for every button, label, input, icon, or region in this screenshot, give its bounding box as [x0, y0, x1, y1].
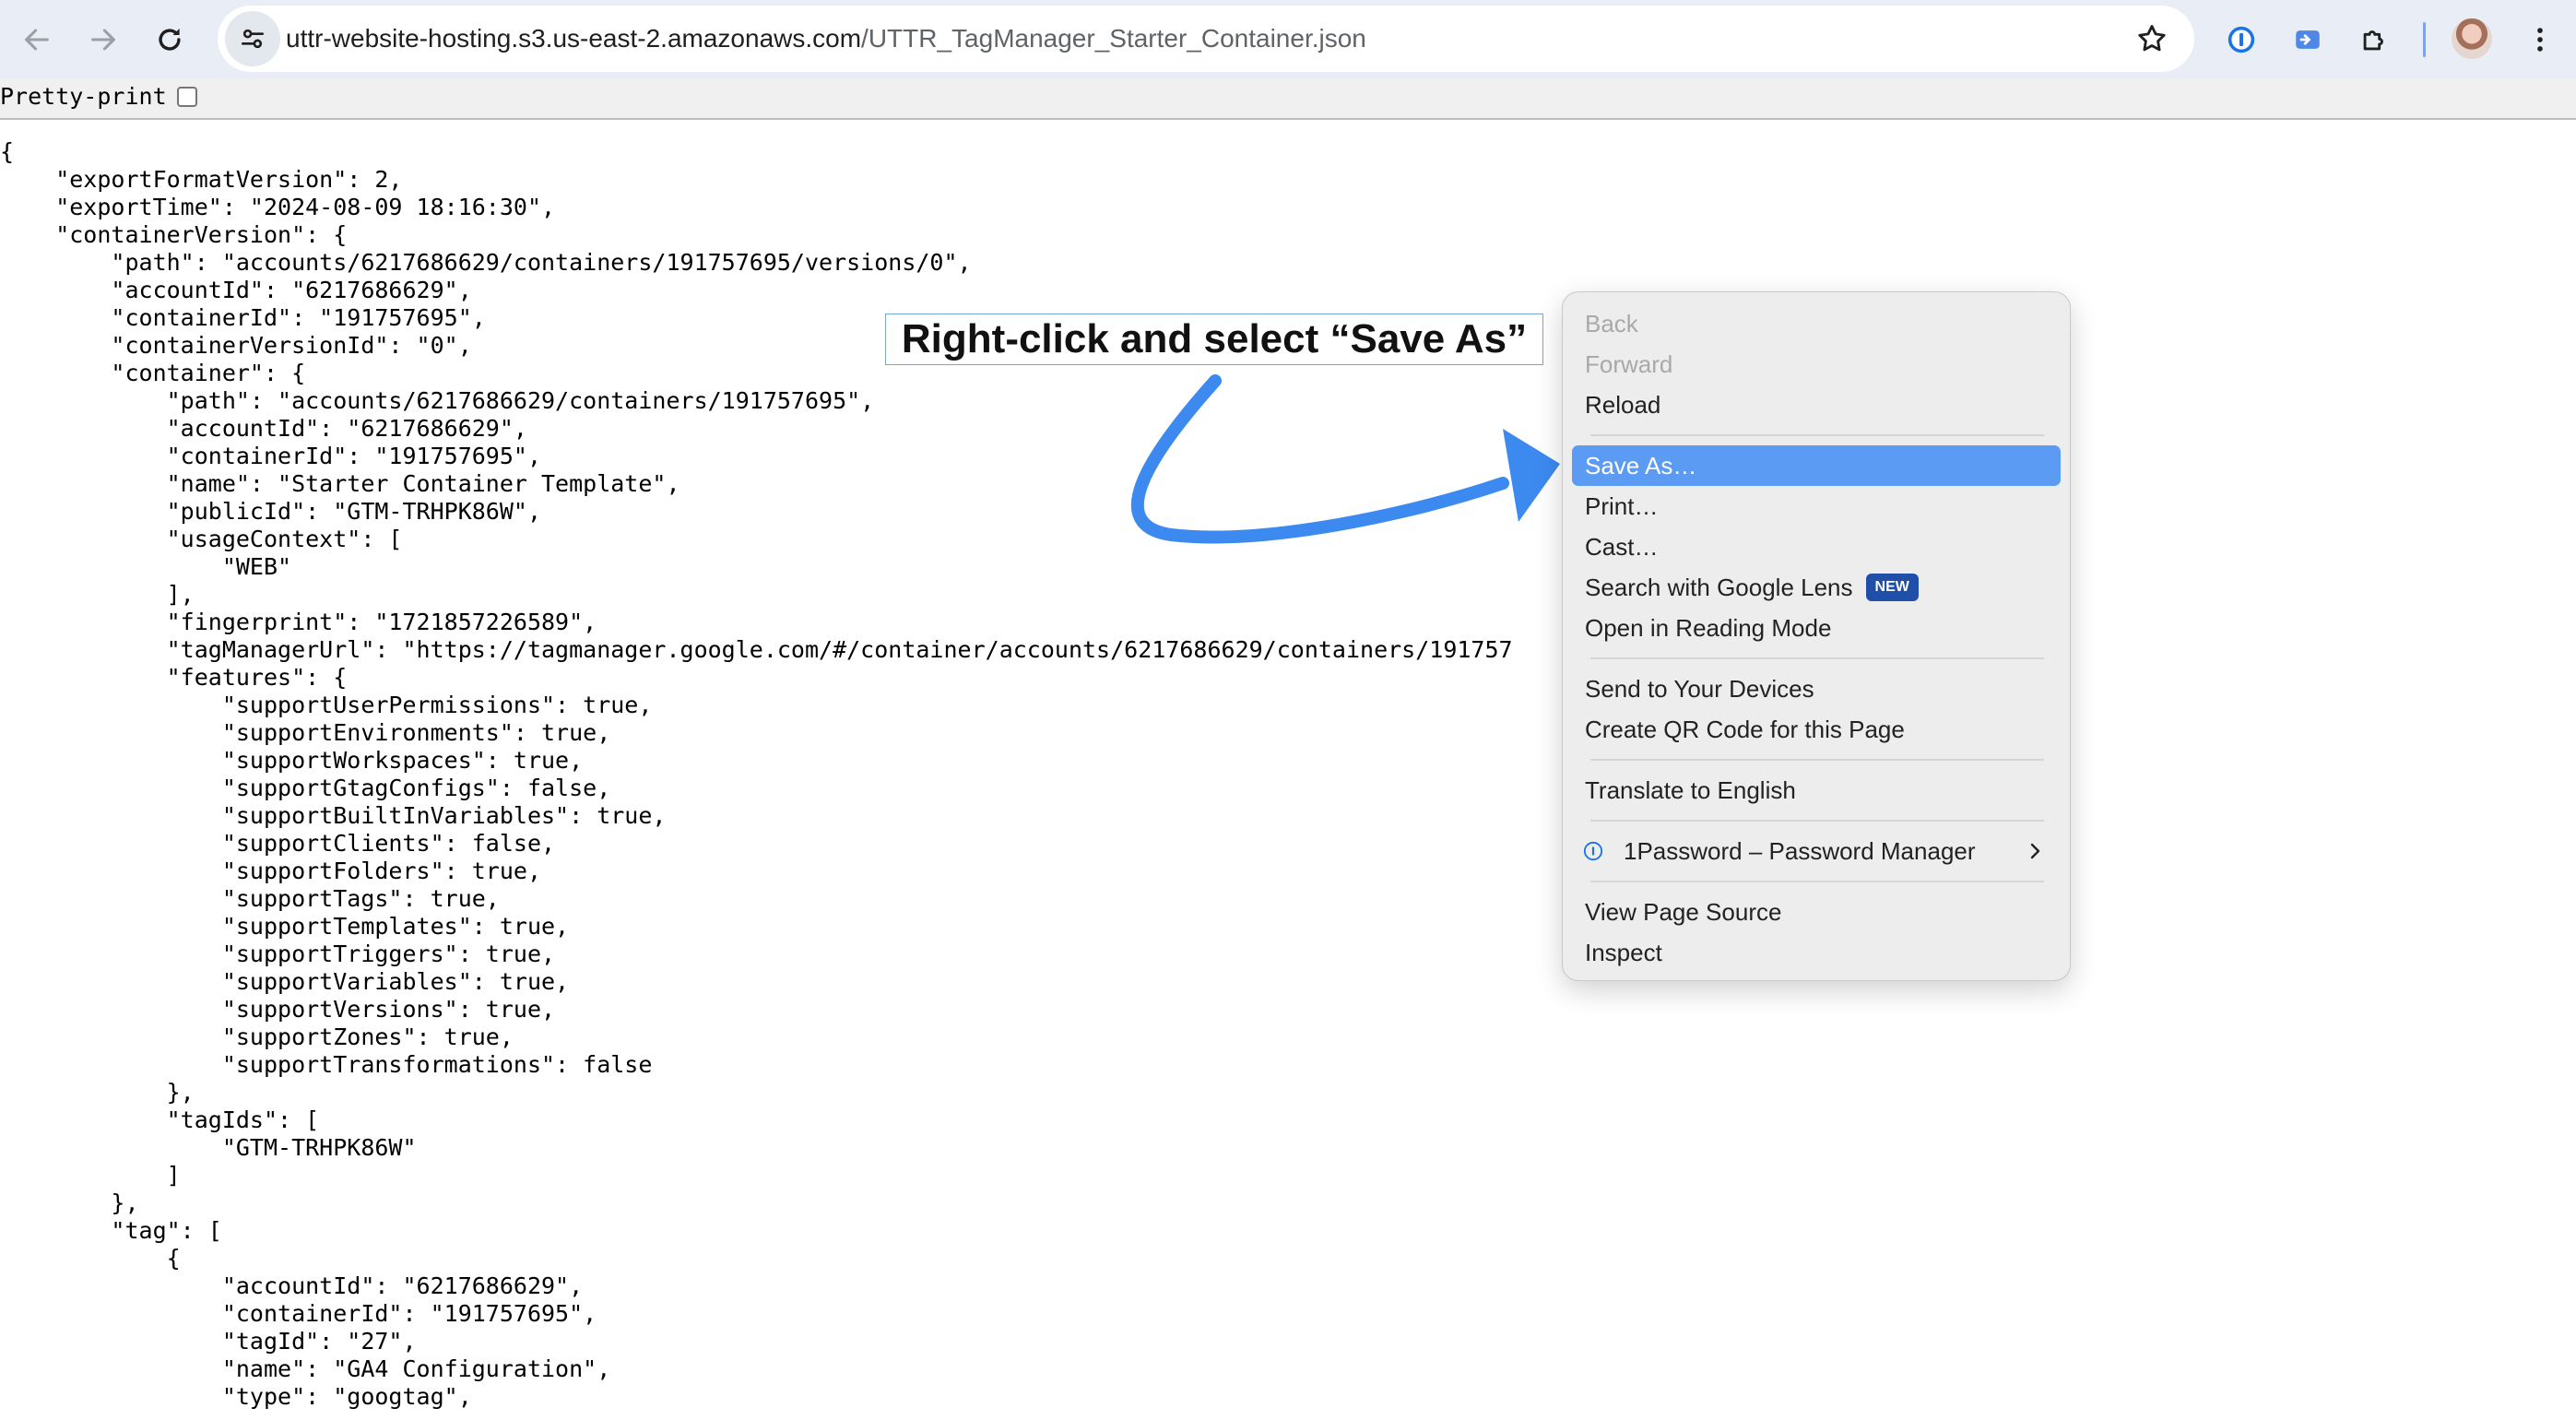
json-line: "supportZones": true, [0, 1024, 514, 1050]
arrow-left-icon [25, 29, 49, 51]
json-line: "supportWorkspaces": true, [0, 747, 584, 774]
json-line: "exportFormatVersion": 2, [0, 166, 403, 193]
browser-menu-button[interactable] [2515, 15, 2565, 65]
more-vertical-icon [2537, 28, 2543, 52]
json-line: }, [0, 1189, 139, 1216]
new-badge: NEW [1865, 574, 1919, 602]
url-host: uttr-website-hosting.s3.us-east-2.amazon… [286, 24, 862, 53]
json-line: "tagIds": [ [0, 1106, 320, 1133]
site-info-button[interactable] [225, 11, 280, 66]
menu-separator [1590, 759, 2044, 761]
json-line: "supportEnvironments": true, [0, 719, 611, 746]
json-line: "supportTriggers": true, [0, 941, 556, 967]
json-line: ] [0, 1162, 181, 1189]
pretty-print-checkbox[interactable] [177, 87, 197, 107]
json-line: }, [0, 1079, 195, 1106]
json-line: "supportGtagConfigs": false, [0, 775, 611, 801]
url-text: uttr-website-hosting.s3.us-east-2.amazon… [286, 6, 1366, 72]
json-line: ], [0, 581, 195, 608]
menu-item-translate[interactable]: Translate to English [1572, 770, 2061, 811]
json-line: "supportFolders": true, [0, 858, 541, 884]
puzzle-icon [2363, 30, 2383, 51]
json-line: "tagId": "27", [0, 1328, 417, 1355]
profile-avatar[interactable] [2452, 18, 2492, 59]
url-path: /UTTR_TagManager_Starter_Container.json [861, 24, 1366, 53]
json-line: "GTM-TRHPK86W" [0, 1134, 417, 1161]
json-line: "supportVariables": true, [0, 968, 570, 995]
menu-item-save-as[interactable]: Save As… [1572, 445, 2061, 486]
json-line: "supportTags": true, [0, 885, 500, 912]
menu-item-print[interactable]: Print… [1572, 486, 2061, 527]
json-line: "exportTime": "2024-08-09 18:16:30", [0, 194, 556, 220]
menu-item-search-google-lens[interactable]: Search with Google Lens NEW [1572, 567, 2061, 608]
menu-item-1password[interactable]: 1Password – Password Manager [1572, 831, 2061, 871]
menu-separator [1590, 657, 2044, 659]
json-line: "supportTemplates": true, [0, 913, 570, 940]
onepassword-extension-button[interactable] [2216, 15, 2266, 65]
menu-separator [1590, 820, 2044, 822]
bookmark-star-button[interactable] [2128, 15, 2176, 63]
json-line: "containerVersion": { [0, 221, 348, 248]
tune-icon [242, 29, 264, 49]
json-line: "name": "GA4 Configuration", [0, 1355, 611, 1382]
menu-item-forward[interactable]: Forward [1572, 344, 2061, 385]
json-line: "accountId": "6217686629", [0, 1272, 584, 1299]
reload-button[interactable] [142, 12, 197, 67]
menu-separator [1590, 881, 2044, 882]
browser-toolbar: uttr-website-hosting.s3.us-east-2.amazon… [0, 0, 2576, 79]
menu-item-reading-mode[interactable]: Open in Reading Mode [1572, 608, 2061, 648]
pretty-print-label: Pretty-print [0, 83, 167, 110]
instruction-callout: Right-click and select “Save As” [885, 314, 1543, 365]
json-line: "tagManagerUrl": "https://tagmanager.goo… [0, 636, 1513, 663]
menu-item-label: 1Password – Password Manager [1624, 837, 1976, 865]
json-line: "supportVersions": true, [0, 996, 556, 1023]
onepassword-icon [2227, 26, 2255, 53]
json-line: "supportBuiltInVariables": true, [0, 802, 667, 829]
menu-item-create-qr-code[interactable]: Create QR Code for this Page [1572, 709, 2061, 750]
json-line: "supportUserPermissions": true, [0, 692, 653, 718]
chevron-right-icon [2030, 843, 2040, 859]
json-line: { [0, 138, 15, 165]
json-line: "path": "accounts/6217686629/containers/… [0, 249, 972, 276]
menu-item-send-to-devices[interactable]: Send to Your Devices [1572, 669, 2061, 709]
reader-extension-icon [2296, 30, 2320, 49]
json-line: "fingerprint": "1721857226589", [0, 609, 597, 635]
menu-item-view-page-source[interactable]: View Page Source [1572, 892, 2061, 932]
menu-item-inspect[interactable]: Inspect [1572, 932, 2061, 973]
json-line: "type": "googtag", [0, 1383, 472, 1410]
reader-extension-button[interactable] [2283, 15, 2333, 65]
menu-item-reload[interactable]: Reload [1572, 385, 2061, 425]
star-icon [2138, 25, 2166, 52]
context-menu: Back Forward Reload Save As… Print… Cast… [1562, 291, 2071, 981]
onepassword-icon [1583, 841, 1603, 861]
json-line: "containerId": "191757695", [0, 1300, 597, 1327]
json-line: "supportTransformations": false [0, 1051, 653, 1078]
json-line: "supportClients": false, [0, 830, 556, 857]
pretty-print-bar: Pretty-print [0, 79, 2576, 120]
json-line: "accountId": "6217686629", [0, 277, 472, 303]
json-line: "tag": [ [0, 1217, 222, 1244]
menu-item-label: Search with Google Lens [1585, 574, 1853, 601]
toolbar-separator [2423, 22, 2426, 57]
extensions-button[interactable] [2349, 15, 2399, 65]
json-line: { [0, 1245, 181, 1272]
menu-separator [1590, 434, 2044, 436]
json-line: "features": { [0, 664, 348, 691]
reload-icon [159, 28, 181, 51]
forward-button[interactable] [76, 12, 131, 67]
address-bar[interactable]: uttr-website-hosting.s3.us-east-2.amazon… [218, 6, 2194, 72]
menu-item-cast[interactable]: Cast… [1572, 527, 2061, 567]
curved-arrow-icon [1130, 374, 1560, 544]
menu-item-back[interactable]: Back [1572, 303, 2061, 344]
arrow-right-icon [91, 29, 115, 51]
back-button[interactable] [9, 12, 65, 67]
